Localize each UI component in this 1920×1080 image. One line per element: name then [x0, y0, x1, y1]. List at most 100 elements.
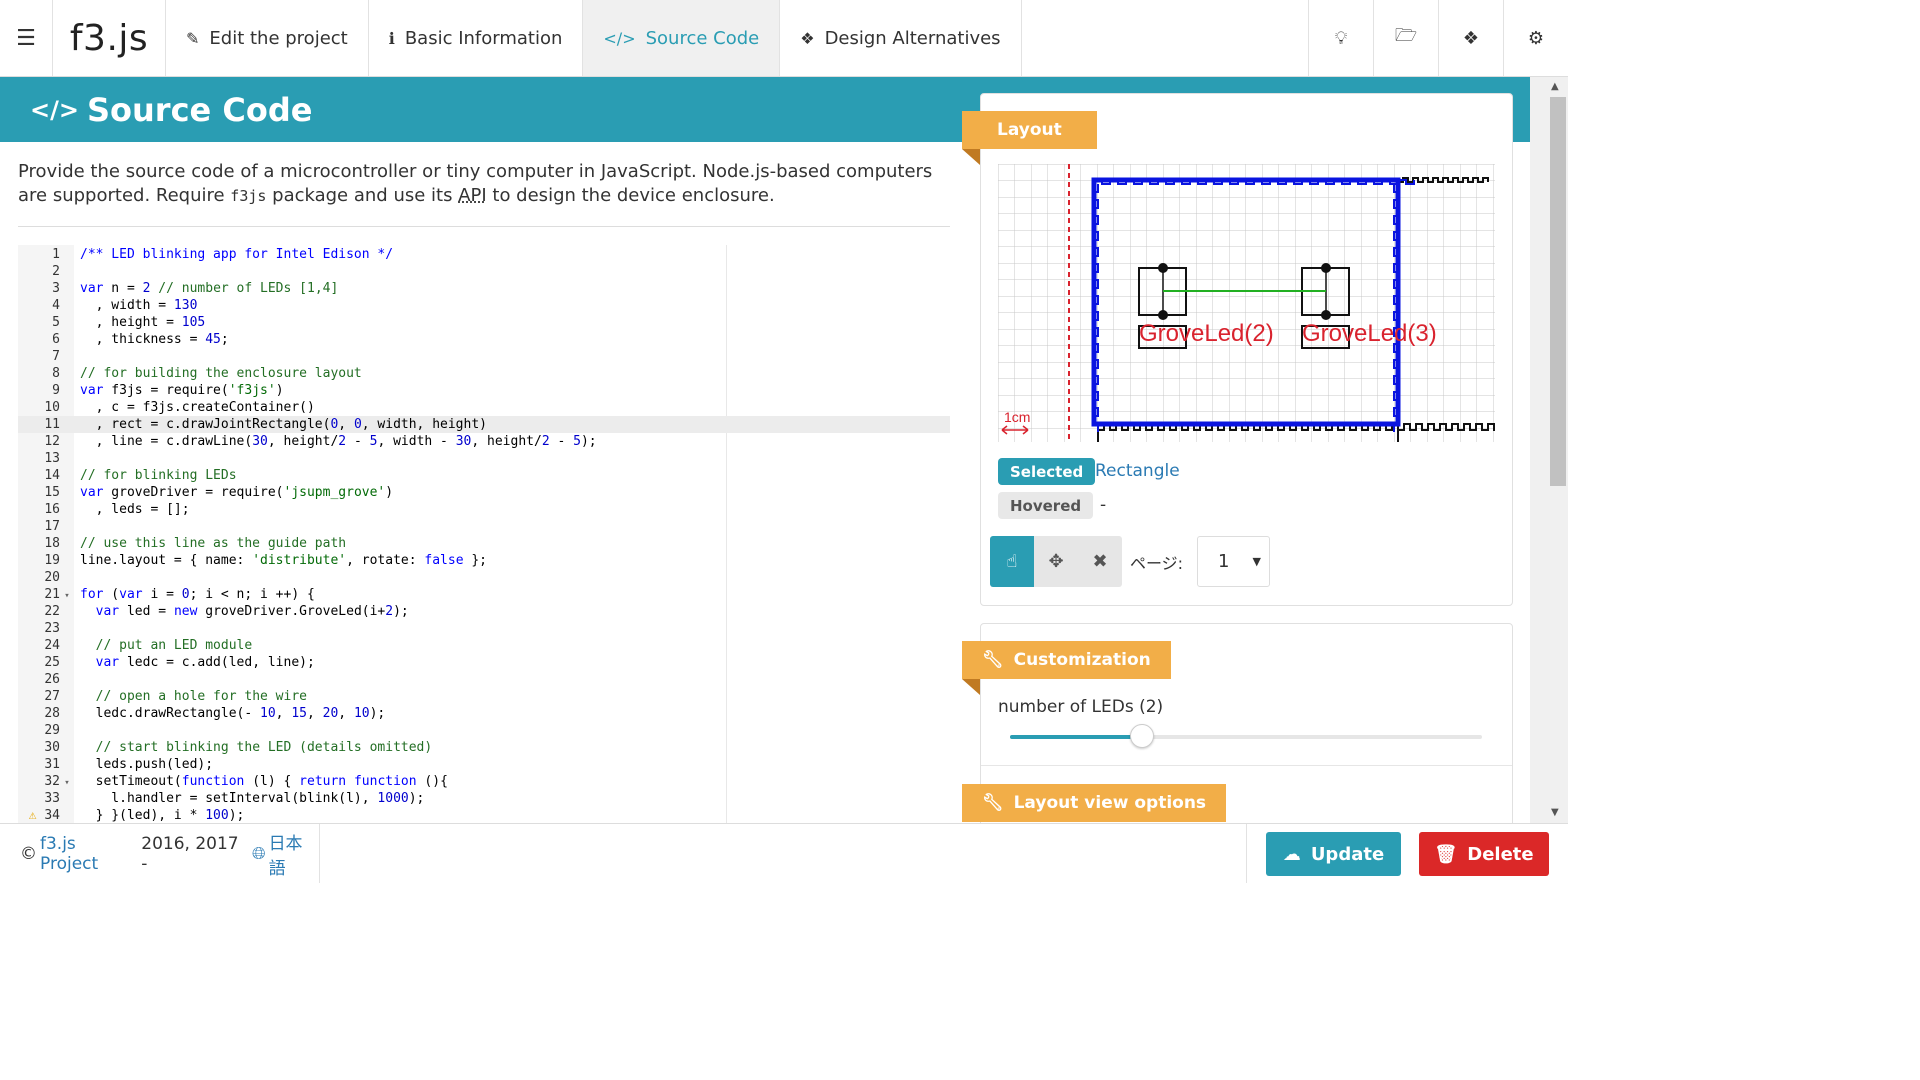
code-icon: </>	[603, 28, 636, 48]
delete-label: Delete	[1467, 843, 1534, 865]
code-text: , rect = c.drawJointRectangle(0, 0, widt…	[80, 417, 487, 432]
code-line[interactable]: 6 , thickness = 45;	[18, 331, 950, 348]
code-line[interactable]: 20	[18, 569, 950, 586]
code-line[interactable]: 31 leds.push(led);	[18, 756, 950, 773]
line-number: 17	[44, 519, 60, 534]
line-number: 1	[52, 247, 60, 262]
brand-logo[interactable]: f3.js	[53, 0, 166, 76]
update-label: Update	[1310, 843, 1385, 865]
delete-tool-icon[interactable]: ✖	[1078, 536, 1122, 587]
layout-drawing: GroveLed(2) GroveLed(3) 1cm	[998, 164, 1495, 442]
code-line[interactable]: 23	[18, 620, 950, 637]
code-text: // for blinking LEDs	[80, 468, 237, 483]
code-line[interactable]: 8 // for building the enclosure layout	[18, 365, 950, 382]
code-line[interactable]: 19 line.layout = { name: 'distribute', ro…	[18, 552, 950, 569]
page-title-text: Source Code	[86, 91, 313, 129]
code-line[interactable]: 24 // put an LED module	[18, 637, 950, 654]
slider-label: number of LEDs (2)	[998, 697, 1164, 717]
slider-handle[interactable]	[1130, 724, 1155, 748]
code-text: , width = 130	[80, 298, 198, 313]
trash-icon: 🗑︎	[1434, 843, 1458, 865]
description-part2: package and use its	[266, 185, 459, 206]
delete-button[interactable]: 🗑︎ Delete	[1419, 832, 1549, 876]
tab-design-alternatives[interactable]: ❖ Design Alternatives	[780, 0, 1022, 76]
layout-toolbar: ☝ ✥ ✖	[990, 536, 1122, 587]
cubes-icon[interactable]: ❖	[1438, 0, 1503, 76]
line-number: 12	[44, 434, 60, 449]
hamburger-menu-icon[interactable]: ☰	[0, 0, 53, 76]
move-tool-icon[interactable]: ✥	[1034, 536, 1078, 587]
language-link[interactable]: 日本語	[269, 829, 319, 879]
code-line[interactable]: 4 , width = 130	[18, 297, 950, 314]
page-value: 1	[1218, 551, 1230, 572]
line-number: 26	[44, 672, 60, 687]
page-select[interactable]: 1 ▼	[1197, 536, 1270, 587]
code-text: leds.push(led);	[80, 757, 214, 772]
line-number: 6	[52, 332, 60, 347]
page-scrollbar[interactable]: ▲ ▼	[1530, 77, 1568, 823]
led-count-slider[interactable]	[1010, 724, 1482, 748]
footer-credits: © f3.js Project 2016, 2017 - 🌐︎ 日本語	[0, 824, 320, 883]
code-editor[interactable]: 1 /** LED blinking app for Intel Edison *…	[18, 245, 950, 823]
layout-ribbon: Layout	[962, 111, 1097, 149]
line-number: 30	[44, 740, 60, 755]
code-line[interactable]: 13	[18, 450, 950, 467]
pointer-tool-icon[interactable]: ☝	[990, 536, 1034, 587]
scroll-thumb[interactable]	[1550, 97, 1566, 486]
led-label-1: GroveLed(2)	[1139, 320, 1274, 347]
code-line[interactable]: 7	[18, 348, 950, 365]
api-abbr[interactable]: API	[458, 185, 486, 206]
line-number: 25	[44, 655, 60, 670]
line-number: 10	[44, 400, 60, 415]
line-number: 24	[44, 638, 60, 653]
code-line[interactable]: 14 // for blinking LEDs	[18, 467, 950, 484]
layout-view-options-ribbon[interactable]: 🔧︎ Layout view options	[962, 784, 1227, 822]
tab-basic-information[interactable]: ℹ Basic Information	[369, 0, 584, 76]
code-text: } }(led), i * 100);	[80, 808, 245, 823]
ribbon-fold	[962, 149, 980, 165]
code-line[interactable]: 30 // start blinking the LED (details om…	[18, 739, 950, 756]
top-navbar: ☰ f3.js ✎ Edit the project ℹ Basic Infor…	[0, 0, 1568, 77]
code-line[interactable]: 29	[18, 722, 950, 739]
code-line[interactable]: 3 var n = 2 // number of LEDs [1,4]	[18, 280, 950, 297]
line-number: 14	[44, 468, 60, 483]
code-line[interactable]: 15 var groveDriver = require('jsupm_grove…	[18, 484, 950, 501]
code-line[interactable]: 22 var led = new groveDriver.GroveLed(i+…	[18, 603, 950, 620]
scroll-down-arrow-icon[interactable]: ▼	[1551, 807, 1559, 818]
scroll-up-arrow-icon[interactable]: ▲	[1551, 81, 1559, 92]
code-line[interactable]: 33 l.handler = setInterval(blink(l), 100…	[18, 790, 950, 807]
code-text: , height = 105	[80, 315, 206, 330]
code-text: var led = new groveDriver.GroveLed(i+2);	[95, 604, 409, 619]
update-button[interactable]: ☁ Update	[1266, 832, 1401, 876]
divider	[981, 765, 1512, 766]
code-line[interactable]: 26	[18, 671, 950, 688]
code-line[interactable]: 12 , line = c.drawLine(30, height/2 - 5,…	[18, 433, 950, 450]
code-line[interactable]: 11 , rect = c.drawJointRectangle(0, 0, w…	[18, 416, 950, 433]
code-line[interactable]: 32 ▾ setTimeout(function (l) { return fun…	[18, 773, 950, 790]
folder-open-icon[interactable]: 🗁	[1373, 0, 1438, 76]
code-line[interactable]: 2	[18, 263, 950, 280]
code-line[interactable]: 28 ledc.drawRectangle(- 10, 15, 20, 10);	[18, 705, 950, 722]
project-link[interactable]: f3.js Project	[40, 834, 138, 874]
code-line[interactable]: 9 var f3js = require('f3js')	[18, 382, 950, 399]
code-line[interactable]: 16 , leds = [];	[18, 501, 950, 518]
code-line[interactable]: 18 // use this line as the guide path	[18, 535, 950, 552]
code-line[interactable]: 17	[18, 518, 950, 535]
tab-source-code[interactable]: </> Source Code	[583, 0, 781, 76]
code-text: setTimeout(function (l) { return functio…	[80, 774, 448, 789]
code-line[interactable]: 21 ▾ for (var i = 0; i < n; i ++) {	[18, 586, 950, 603]
settings-icon[interactable]: ⚙	[1503, 0, 1568, 76]
code-line[interactable]: 25 var ledc = c.add(led, line);	[18, 654, 950, 671]
code-line[interactable]: 5 , height = 105	[18, 314, 950, 331]
tab-edit-project[interactable]: ✎ Edit the project	[166, 0, 369, 76]
code-line[interactable]: ⚠ 34 } }(led), i * 100);	[18, 807, 950, 823]
line-number: 23	[44, 621, 60, 636]
wrench-icon: 🔧︎	[982, 793, 1004, 813]
code-line[interactable]: 1 /** LED blinking app for Intel Edison *…	[18, 246, 950, 263]
dropdown-arrow-icon: ▼	[1252, 555, 1261, 568]
line-number: 5	[52, 315, 60, 330]
lightbulb-icon[interactable]: 💡︎	[1308, 0, 1373, 76]
code-line[interactable]: 27 // open a hole for the wire	[18, 688, 950, 705]
layout-canvas[interactable]: GroveLed(2) GroveLed(3) 1cm	[998, 164, 1495, 442]
code-line[interactable]: 10 , c = f3js.createContainer()	[18, 399, 950, 416]
